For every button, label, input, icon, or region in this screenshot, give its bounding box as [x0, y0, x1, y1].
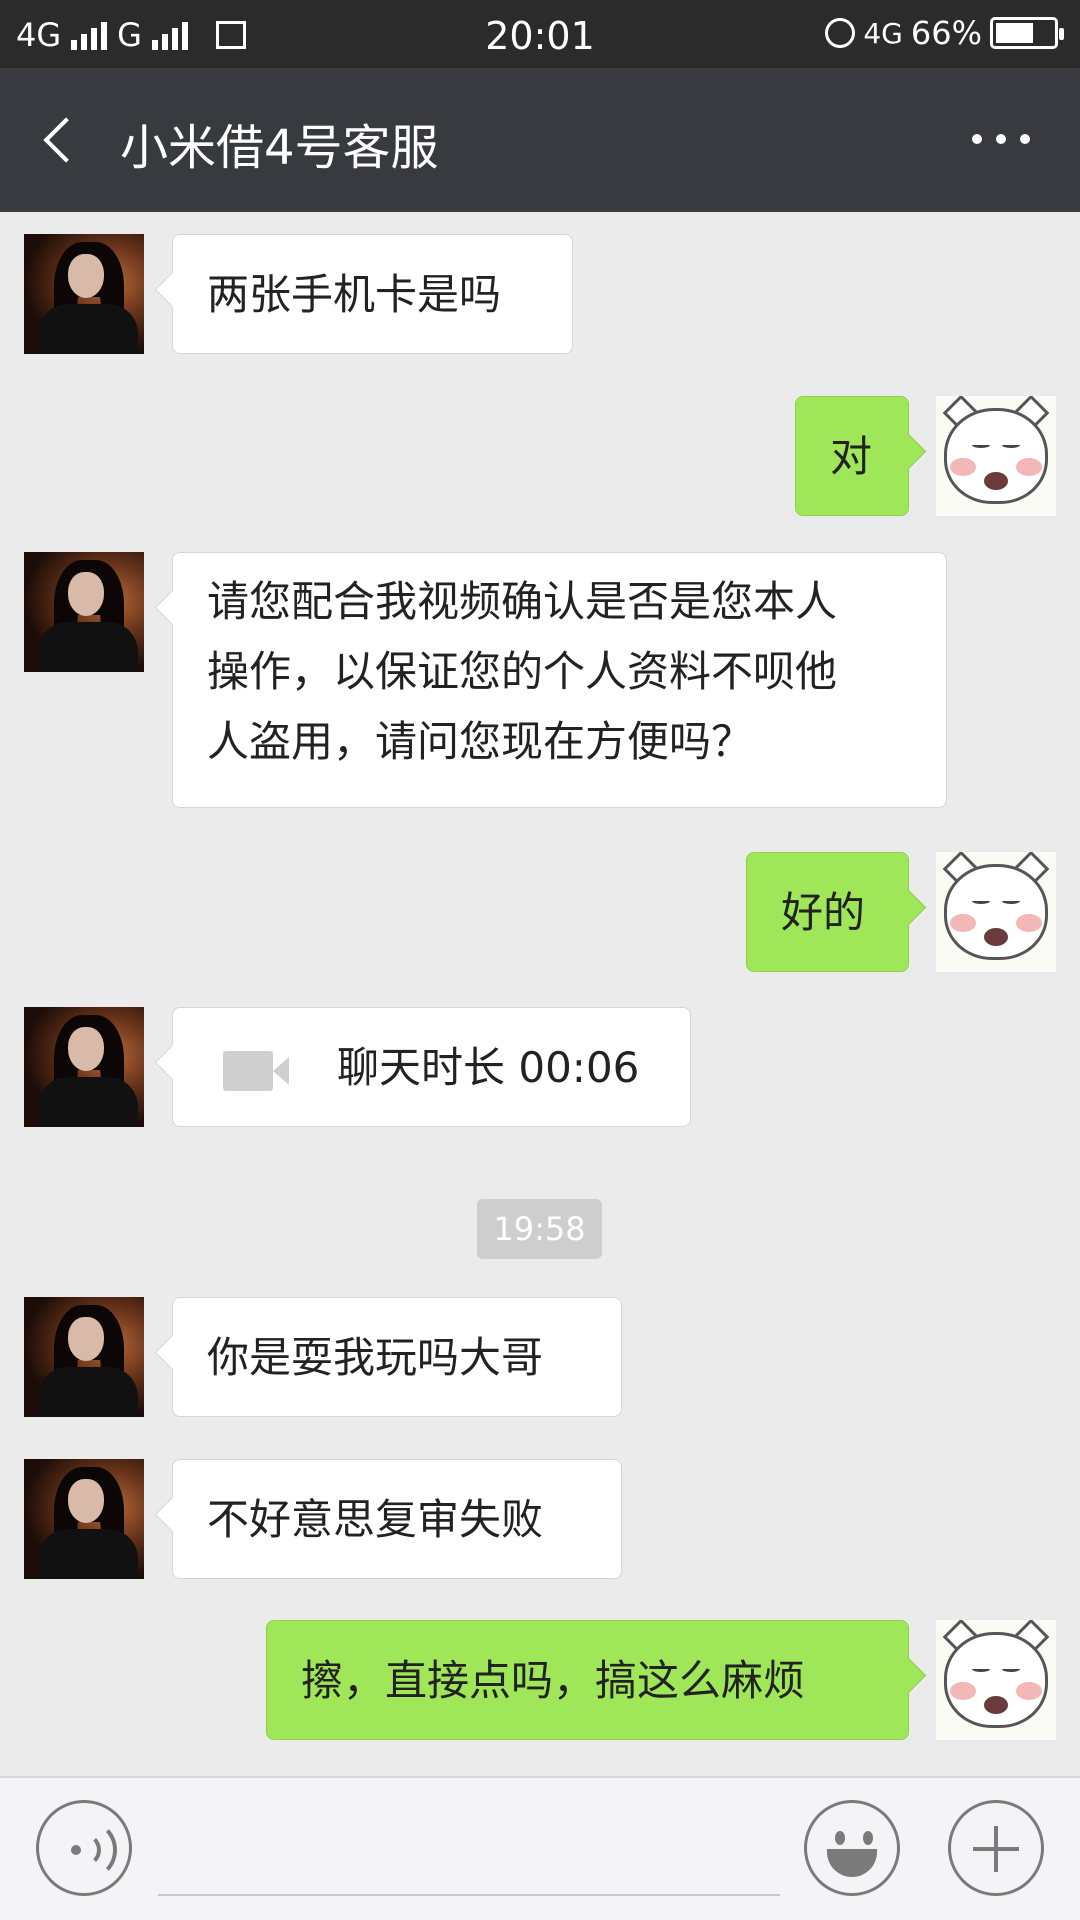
- message-text: 擦，直接点吗，搞这么麻烦: [301, 1656, 806, 1705]
- message-text: 好的: [781, 888, 866, 937]
- emoji-button[interactable]: [804, 1800, 900, 1896]
- add-attachment-button[interactable]: [948, 1800, 1044, 1896]
- more-options-icon[interactable]: [972, 134, 1030, 144]
- battery-percent: 66%: [910, 14, 982, 52]
- contact-avatar[interactable]: [24, 552, 144, 672]
- message-bubble-incoming[interactable]: 两张手机卡是吗: [172, 234, 573, 354]
- network-type-label-3: 4G: [863, 16, 903, 50]
- message-line: 人盗用，请问您现在方便吗？: [207, 717, 754, 766]
- alarm-icon: [825, 18, 856, 48]
- video-call-icon: [223, 1049, 291, 1093]
- contact-avatar[interactable]: [24, 234, 144, 354]
- message-line: 操作，以保证您的个人资料不呗他: [207, 647, 838, 696]
- voice-input-button[interactable]: [36, 1800, 132, 1896]
- message-list[interactable]: 两张手机卡是吗 对 请您配合我视频确认是否是您本人 操作，以保证您的个人资料不呗…: [0, 212, 1080, 1776]
- message-bubble-incoming[interactable]: 不好意思复审失败: [172, 1459, 622, 1579]
- message-bubble-outgoing[interactable]: 对: [795, 396, 909, 516]
- status-bar: 4G G 20:01 4G 66%: [0, 0, 1080, 68]
- video-call-record-bubble[interactable]: 聊天时长 00:06: [172, 1007, 691, 1127]
- message-text: 对: [830, 432, 873, 481]
- input-bar: [0, 1776, 1080, 1920]
- message-text: 两张手机卡是吗: [207, 270, 502, 319]
- status-right: 4G 66%: [825, 14, 1064, 52]
- message-text: 你是耍我玩吗大哥: [207, 1333, 544, 1382]
- call-duration-text: 聊天时长 00:06: [337, 1043, 640, 1092]
- chat-header: 小米借4号客服: [0, 68, 1080, 212]
- chat-title: 小米借4号客服: [120, 120, 439, 176]
- message-text: 不好意思复审失败: [207, 1495, 544, 1544]
- my-avatar[interactable]: [936, 852, 1056, 972]
- contact-avatar[interactable]: [24, 1297, 144, 1417]
- message-input[interactable]: [158, 1894, 780, 1896]
- my-avatar[interactable]: [936, 396, 1056, 516]
- message-bubble-outgoing[interactable]: 好的: [746, 852, 909, 972]
- battery-fill: [996, 23, 1033, 43]
- message-bubble-incoming[interactable]: 请您配合我视频确认是否是您本人 操作，以保证您的个人资料不呗他 人盗用，请问您现…: [172, 552, 947, 808]
- back-arrow-icon[interactable]: [38, 116, 78, 164]
- contact-avatar[interactable]: [24, 1007, 144, 1127]
- message-bubble-incoming[interactable]: 你是耍我玩吗大哥: [172, 1297, 622, 1417]
- contact-avatar[interactable]: [24, 1459, 144, 1579]
- message-line: 请您配合我视频确认是否是您本人: [207, 577, 838, 626]
- emoji-icon: [835, 1831, 845, 1845]
- time-divider: 19:58: [477, 1199, 602, 1259]
- message-bubble-outgoing[interactable]: 擦，直接点吗，搞这么麻烦: [266, 1620, 909, 1740]
- battery-icon: [990, 17, 1064, 49]
- my-avatar[interactable]: [936, 1620, 1056, 1740]
